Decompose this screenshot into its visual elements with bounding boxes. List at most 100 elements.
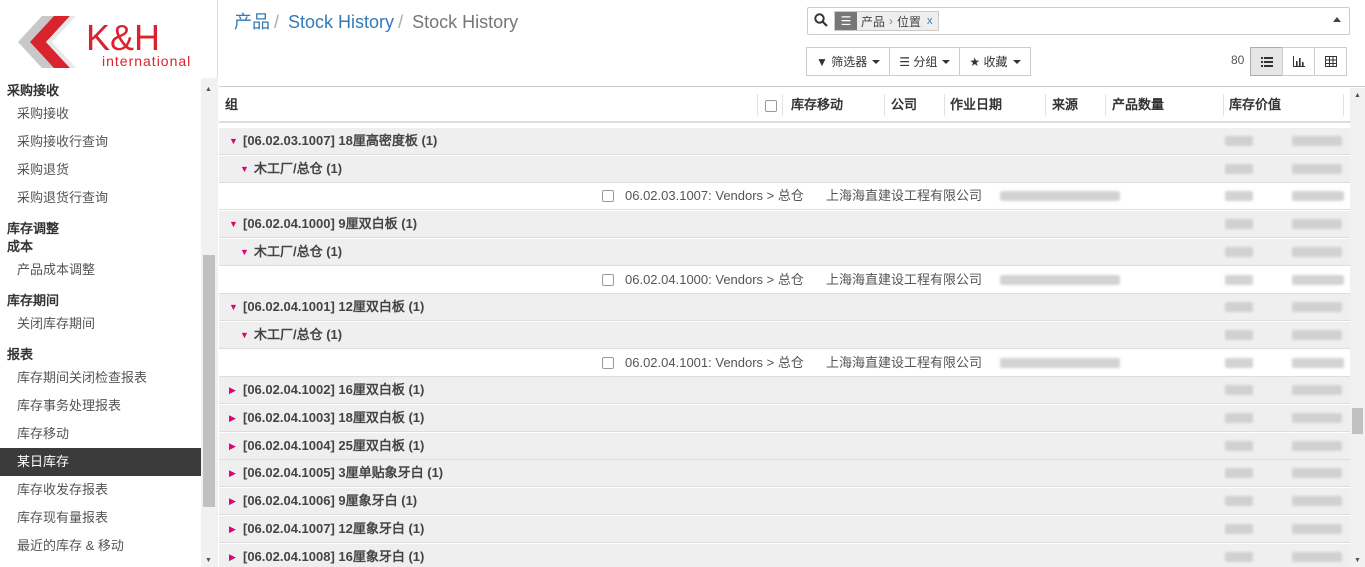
scroll-down-icon[interactable]: ▼ — [205, 557, 212, 564]
group-row[interactable]: ▼ 木工厂/总仓 (1) — [219, 321, 1350, 349]
scroll-up-icon[interactable]: ▲ — [1354, 92, 1361, 99]
scroll-up-icon[interactable]: ▲ — [205, 86, 212, 93]
select-all-checkbox[interactable] — [765, 88, 777, 121]
caret-right-icon[interactable]: ▶ — [229, 516, 236, 542]
column-header-group[interactable]: 组 — [225, 88, 238, 121]
redacted-value — [1292, 136, 1342, 146]
group-row[interactable]: ▼ 木工厂/总仓 (1) — [219, 155, 1350, 183]
redacted-value — [1292, 496, 1342, 507]
redacted-value — [1292, 440, 1342, 451]
sidebar-scroll-thumb[interactable] — [203, 255, 215, 507]
sidebar-menu-item[interactable]: 关闭库存期间 — [0, 310, 201, 338]
redacted-value — [1225, 551, 1253, 562]
search-toggle-icon[interactable] — [1333, 17, 1341, 22]
caret-right-icon[interactable]: ▶ — [229, 433, 236, 459]
group-row[interactable]: ▶ [06.02.04.1002] 16厘双白板 (1) — [219, 377, 1350, 405]
caret-down-icon[interactable]: ▼ — [240, 239, 249, 265]
row-checkbox[interactable] — [602, 273, 614, 286]
column-header-company[interactable]: 公司 — [891, 88, 917, 121]
redacted-value — [1225, 413, 1253, 423]
redacted-value — [1225, 440, 1253, 451]
group-row[interactable]: ▶ [06.02.04.1006] 9厘象牙白 (1) — [219, 488, 1350, 516]
redacted-value — [1292, 468, 1342, 479]
sidebar-menu-item[interactable]: 最近的库存 & 移动 — [0, 532, 201, 560]
group-row[interactable]: ▼ 木工厂/总仓 (1) — [219, 238, 1350, 266]
redacted-value — [1225, 468, 1253, 479]
pivot-view-button[interactable] — [1314, 47, 1347, 76]
sidebar-menu-item[interactable]: 库存移动 — [0, 420, 201, 448]
redacted-value — [1292, 551, 1342, 562]
sidebar-menu-item[interactable]: 采购接收 — [0, 100, 201, 128]
caret-down-icon[interactable]: ▼ — [240, 322, 249, 348]
group-label: 木工厂/总仓 (1) — [254, 243, 343, 259]
row-checkbox[interactable] — [602, 190, 614, 203]
column-header-stock-move[interactable]: 库存移动 — [791, 88, 843, 121]
sidebar-menu-item[interactable]: 库存期间关闭检查报表 — [0, 364, 201, 392]
caret-right-icon[interactable]: ▶ — [229, 405, 236, 431]
list-view-button[interactable] — [1250, 47, 1283, 76]
sidebar-menu-item[interactable]: 采购退货 — [0, 156, 201, 184]
caret-right-icon[interactable]: ▶ — [229, 488, 236, 514]
redacted-value — [1292, 413, 1342, 423]
sidebar-menu-item[interactable]: 采购退货行查询 — [0, 184, 201, 212]
group-label: [06.02.04.1005] 3厘单贴象牙白 (1) — [243, 465, 444, 481]
sidebar-menu-item[interactable]: 采购接收行查询 — [0, 128, 201, 156]
redacted-value — [1292, 274, 1344, 285]
list-scrollbar[interactable] — [1350, 88, 1365, 567]
sidebar-section-title: 报表 — [7, 347, 34, 362]
facet-remove-icon[interactable]: x — [925, 15, 938, 27]
pager-value[interactable]: 80 — [1231, 53, 1244, 67]
group-row[interactable]: ▼ [06.02.03.1007] 18厘高密度板 (1) — [219, 128, 1350, 155]
breadcrumb-current: Stock History — [412, 12, 519, 32]
list-view-icon — [1260, 56, 1273, 67]
group-row[interactable]: ▶ [06.02.04.1005] 3厘单贴象牙白 (1) — [219, 460, 1350, 488]
sidebar-menu-item[interactable]: 库存收发存报表 — [0, 476, 201, 504]
filter-button[interactable]: ▼ 筛选器 — [806, 47, 891, 76]
redacted-value — [1225, 357, 1253, 368]
search-icon[interactable] — [814, 13, 828, 27]
table-row[interactable]: 06.02.03.1007: Vendors > 总仓 上海海直建设工程有限公司 — [219, 183, 1350, 211]
company-cell: 上海海直建设工程有限公司 — [826, 188, 983, 204]
sidebar-menu-item[interactable]: 某日库存 — [0, 448, 201, 476]
group-row[interactable]: ▼ [06.02.04.1000] 9厘双白板 (1) — [219, 211, 1350, 239]
column-header-value[interactable]: 库存价值 — [1229, 88, 1281, 121]
sidebar-section-title: 成本 — [7, 239, 34, 254]
search-facet-groupby: ☰ 产品 › 位置 x — [834, 11, 939, 31]
sidebar-menu-item[interactable]: 库存现有量报表 — [0, 504, 201, 532]
group-row[interactable]: ▶ [06.02.04.1008] 16厘象牙白 (1) — [219, 543, 1350, 567]
list-scroll-thumb[interactable] — [1352, 408, 1363, 434]
group-row[interactable]: ▶ [06.02.04.1003] 18厘双白板 (1) — [219, 405, 1350, 432]
sidebar-menu-item[interactable]: 产品成本调整 — [0, 256, 201, 284]
redacted-value — [1000, 357, 1120, 368]
caret-right-icon[interactable]: ▶ — [229, 460, 236, 486]
group-row[interactable]: ▼ [06.02.04.1001] 12厘双白板 (1) — [219, 294, 1350, 322]
caret-down-icon[interactable]: ▼ — [229, 294, 238, 320]
row-checkbox[interactable] — [602, 356, 614, 369]
search-bar[interactable]: ☰ 产品 › 位置 x — [807, 7, 1350, 35]
table-row[interactable]: 06.02.04.1000: Vendors > 总仓 上海海直建设工程有限公司 — [219, 266, 1350, 294]
caret-right-icon[interactable]: ▶ — [229, 377, 236, 403]
caret-down-icon[interactable]: ▼ — [229, 128, 238, 154]
breadcrumb-item-stock-history[interactable]: Stock History — [288, 12, 394, 32]
column-header-date[interactable]: 作业日期 — [950, 88, 1002, 121]
favorites-button[interactable]: ★ 收藏 — [959, 47, 1031, 76]
scroll-down-icon[interactable]: ▼ — [1354, 557, 1361, 564]
company-logo[interactable]: K&H international — [18, 12, 200, 72]
company-cell: 上海海直建设工程有限公司 — [826, 271, 983, 287]
column-header-source[interactable]: 来源 — [1052, 88, 1078, 121]
sidebar-menu-item[interactable]: 库存事务处理报表 — [0, 392, 201, 420]
redacted-value — [1292, 329, 1342, 340]
breadcrumb-item-product[interactable]: 产品 — [234, 12, 270, 32]
caret-down-icon[interactable]: ▼ — [240, 156, 249, 182]
caret-down-icon[interactable]: ▼ — [229, 211, 238, 237]
table-row[interactable]: 06.02.04.1001: Vendors > 总仓 上海海直建设工程有限公司 — [219, 349, 1350, 377]
group-row[interactable]: ▶ [06.02.04.1004] 25厘双白板 (1) — [219, 432, 1350, 460]
graph-view-button[interactable] — [1282, 47, 1315, 76]
groupby-button[interactable]: ☰ 分组 — [889, 47, 961, 76]
caret-right-icon[interactable]: ▶ — [229, 544, 236, 567]
list-icon: ☰ — [899, 54, 911, 69]
redacted-value — [1225, 163, 1253, 174]
group-row[interactable]: ▶ [06.02.04.1007] 12厘象牙白 (1) — [219, 515, 1350, 543]
column-header-quantity[interactable]: 产品数量 — [1112, 88, 1164, 121]
redacted-value — [1225, 302, 1253, 313]
